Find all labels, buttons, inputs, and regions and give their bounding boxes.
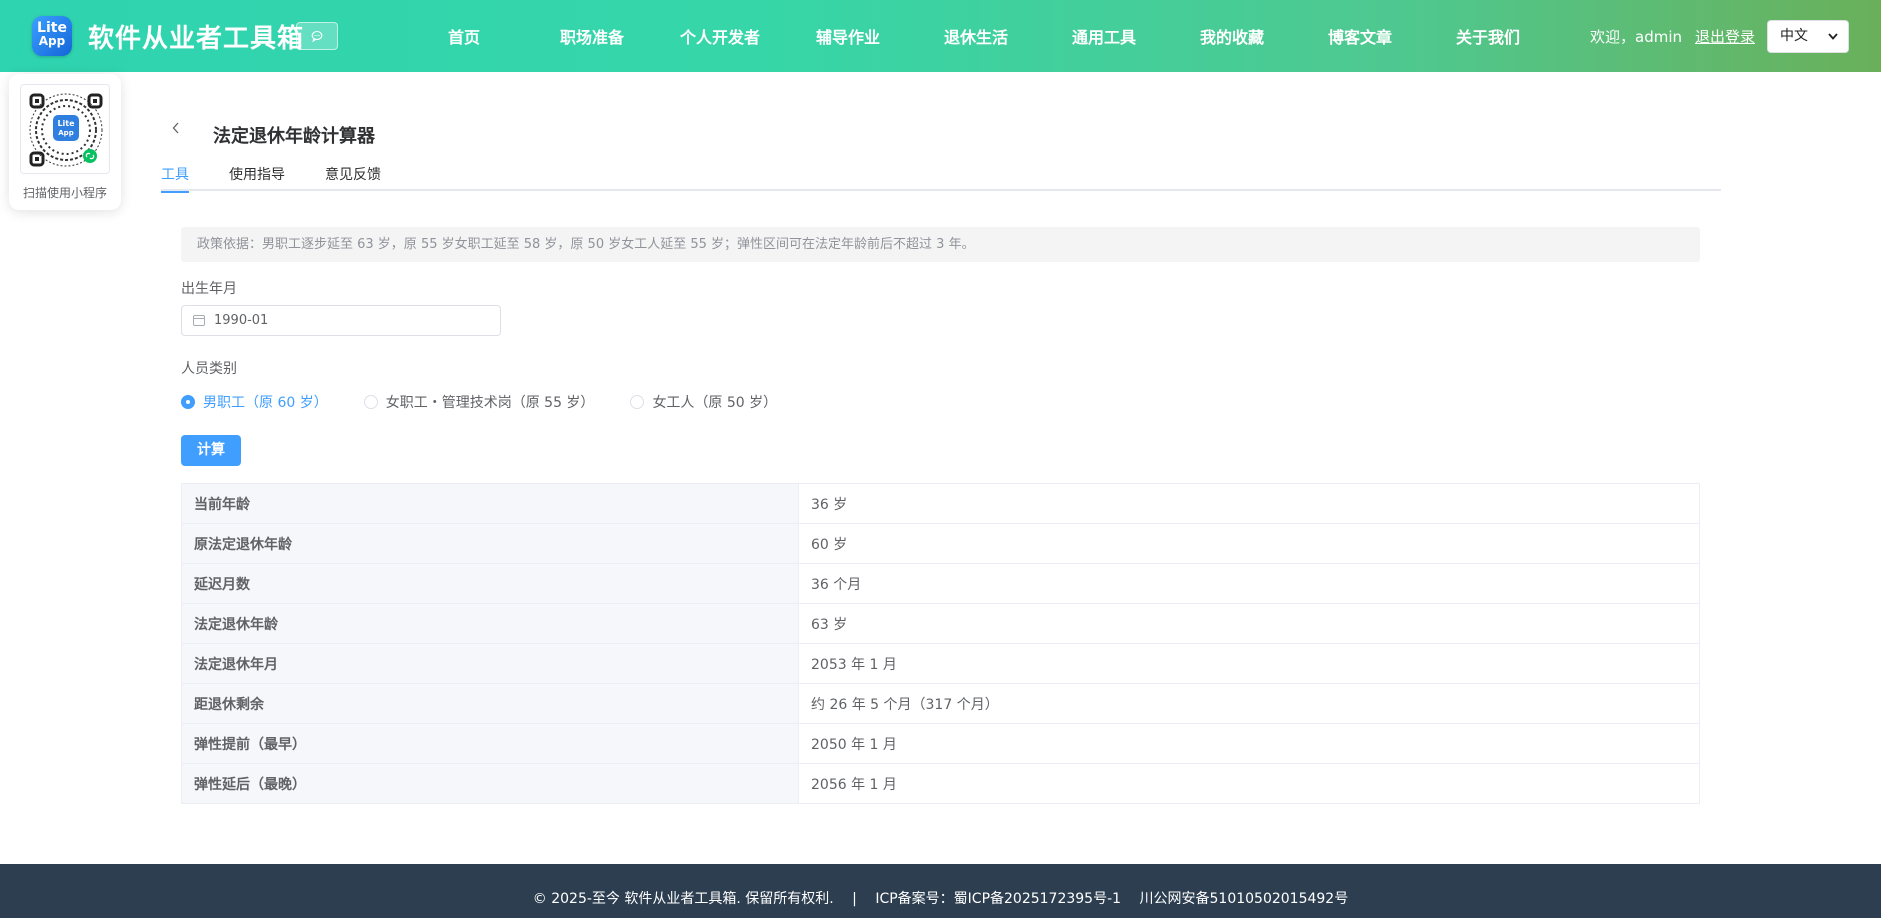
page-footer: © 2025-至今 软件从业者工具箱. 保留所有权利. | ICP备案号：蜀IC… — [0, 864, 1881, 918]
nav-item-homework[interactable]: 辅导作业 — [784, 24, 912, 48]
result-value: 63 岁 — [798, 603, 1700, 644]
category-radio-group: 男职工（原 60 岁） 女职工・管理技术岗（原 55 岁） 女工人（原 50 岁… — [181, 392, 813, 412]
result-key: 法定退休年月 — [181, 643, 799, 684]
table-row: 法定退休年月 2053 年 1 月 — [181, 643, 1700, 684]
result-key: 延迟月数 — [181, 563, 799, 604]
radio-dot — [181, 395, 195, 409]
footer-separator: | — [852, 891, 857, 907]
welcome-text: 欢迎，admin — [1590, 28, 1682, 46]
tab-feedback[interactable]: 意见反馈 — [325, 164, 381, 184]
qr-logo-text-line2: App — [58, 129, 73, 137]
tab-tool[interactable]: 工具 — [161, 164, 189, 193]
qr-code-icon: Lite App — [21, 85, 109, 173]
nav-item-about[interactable]: 关于我们 — [1424, 24, 1552, 48]
footer-copyright: © 2025-至今 软件从业者工具箱. 保留所有权利. — [532, 891, 834, 907]
nav-item-general-tools[interactable]: 通用工具 — [1040, 24, 1168, 48]
qr-caption: 扫描使用小程序 — [22, 186, 107, 200]
tab-usage-guide[interactable]: 使用指导 — [229, 164, 285, 184]
chevron-down-icon — [1828, 21, 1838, 64]
radio-female-staff[interactable]: 女职工・管理技术岗（原 55 岁） — [363, 392, 595, 412]
table-row: 弹性延后（最晚） 2056 年 1 月 — [181, 763, 1700, 804]
table-row: 弹性提前（最早） 2050 年 1 月 — [181, 723, 1700, 764]
result-key: 弹性提前（最早） — [181, 723, 799, 764]
chat-bubble-icon — [311, 30, 323, 42]
radio-label: 男职工（原 60 岁） — [203, 395, 328, 411]
result-key: 弹性延后（最晚） — [181, 763, 799, 804]
active-tab-indicator — [161, 191, 189, 193]
result-key: 原法定退休年龄 — [181, 523, 799, 564]
birth-date-input[interactable]: 1990-01 — [181, 305, 501, 336]
top-header: Lite App 软件从业者工具箱 首页 职场准备 个人开发者 辅导作业 退休生… — [0, 0, 1881, 72]
radio-dot — [363, 395, 378, 409]
tab-tool-label: 工具 — [161, 167, 189, 183]
nav-item-retirement[interactable]: 退休生活 — [912, 24, 1040, 48]
app-logo[interactable]: Lite App — [32, 16, 72, 56]
radio-female-worker[interactable]: 女工人（原 50 岁） — [630, 392, 777, 412]
table-row: 延迟月数 36 个月 — [181, 563, 1700, 604]
table-row: 距退休剩余 约 26 年 5 个月（317 个月） — [181, 683, 1700, 724]
table-row: 法定退休年龄 63 岁 — [181, 603, 1700, 644]
radio-label: 女职工・管理技术岗（原 55 岁） — [385, 395, 595, 411]
site-title[interactable]: 软件从业者工具箱 — [88, 18, 304, 55]
calculate-button[interactable]: 计算 — [181, 435, 241, 466]
calendar-icon — [193, 315, 205, 326]
nav-item-career[interactable]: 职场准备 — [528, 24, 656, 48]
nav-item-blog[interactable]: 博客文章 — [1296, 24, 1424, 48]
language-select[interactable]: 中文 — [1767, 20, 1849, 53]
nav-item-favorites[interactable]: 我的收藏 — [1168, 24, 1296, 48]
main-nav: 首页 职场准备 个人开发者 辅导作业 退休生活 通用工具 我的收藏 博客文章 关… — [400, 0, 1552, 72]
nav-item-home[interactable]: 首页 — [400, 24, 528, 48]
back-button[interactable] — [170, 120, 182, 140]
result-value: 2056 年 1 月 — [798, 763, 1700, 804]
result-value: 60 岁 — [798, 523, 1700, 564]
table-row: 原法定退休年龄 60 岁 — [181, 523, 1700, 564]
result-value: 2053 年 1 月 — [798, 643, 1700, 684]
logout-link[interactable]: 退出登录 — [1695, 26, 1755, 47]
result-key: 当前年龄 — [181, 483, 799, 524]
result-table: 当前年龄 36 岁 原法定退休年龄 60 岁 延迟月数 36 个月 法定退休年龄… — [181, 483, 1700, 804]
birth-date-label: 出生年月 — [181, 281, 237, 297]
mini-program-qr-card[interactable]: Lite App 扫描使用小程序 — [9, 74, 121, 210]
birth-date-value: 1990-01 — [214, 313, 269, 328]
category-label: 人员类别 — [181, 361, 237, 377]
radio-dot — [630, 395, 645, 409]
footer-psb-link[interactable]: 川公网安备51010502015492号 — [1140, 891, 1349, 907]
result-key: 法定退休年龄 — [181, 603, 799, 644]
tab-bar: 工具 使用指导 意见反馈 — [161, 160, 1721, 193]
result-value: 约 26 年 5 个月（317 个月） — [798, 683, 1700, 724]
radio-label: 女工人（原 50 岁） — [652, 395, 778, 411]
language-value: 中文 — [1780, 28, 1808, 44]
page-title: 法定退休年龄计算器 — [213, 126, 375, 147]
qr-code: Lite App — [20, 84, 110, 174]
radio-male-worker[interactable]: 男职工（原 60 岁） — [181, 392, 328, 412]
footer-icp-link[interactable]: ICP备案号：蜀ICP备2025172395号-1 — [875, 891, 1121, 907]
logo-text-line2: App — [38, 34, 66, 48]
result-value: 2050 年 1 月 — [798, 723, 1700, 764]
chat-button[interactable] — [296, 22, 338, 50]
chevron-left-icon — [172, 122, 179, 134]
result-key: 距退休剩余 — [181, 683, 799, 724]
policy-notice: 政策依据：男职工逐步延至 63 岁，原 55 岁女职工延至 58 岁，原 50 … — [181, 227, 1700, 262]
nav-item-indie-dev[interactable]: 个人开发者 — [656, 24, 784, 48]
table-row: 当前年龄 36 岁 — [181, 483, 1700, 524]
qr-logo-text-line1: Lite — [57, 119, 75, 128]
result-value: 36 个月 — [798, 563, 1700, 604]
result-value: 36 岁 — [798, 483, 1700, 524]
